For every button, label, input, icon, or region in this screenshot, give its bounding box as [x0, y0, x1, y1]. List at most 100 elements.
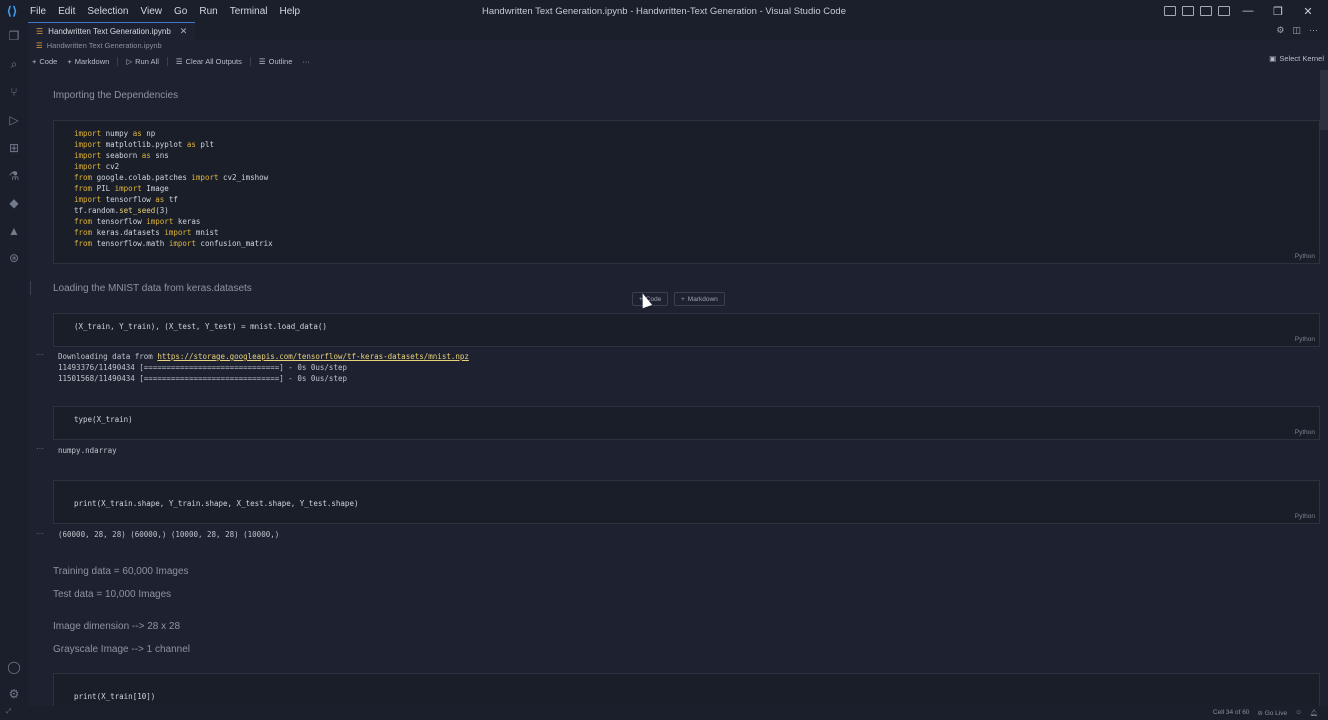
code-editor[interactable]: import numpy as np import matplotlib.pyp… — [74, 128, 273, 249]
customize-layout-icon[interactable] — [1218, 6, 1230, 16]
notifications-bell-icon[interactable]: 🔔︎ — [1310, 709, 1318, 717]
notebook-editor: Importing the Dependencies import numpy … — [28, 70, 1320, 706]
cell-language[interactable]: Python — [1295, 429, 1315, 436]
divider — [249, 56, 251, 66]
restore-button[interactable]: ❐ — [1266, 5, 1290, 18]
code-cell[interactable]: import numpy as np import matplotlib.pyp… — [53, 120, 1320, 264]
code-editor[interactable]: print(X_train[10]) — [74, 691, 155, 702]
output-text: 11493376/11490434 [=====================… — [58, 363, 347, 372]
outline-button[interactable]: ☰ Outline — [259, 57, 293, 66]
cell-output: (60000, 28, 28) (60000,) (10000, 28, 28)… — [58, 530, 280, 539]
vscode-logo-icon: ⟨⟩ — [6, 4, 18, 18]
menu-run[interactable]: Run — [193, 6, 223, 17]
account-icon[interactable]: ◯ — [6, 659, 22, 675]
notebook-settings-icon[interactable]: ⚙ — [1276, 25, 1284, 36]
insert-markdown-cell-button[interactable]: + Markdown — [674, 292, 725, 306]
code-editor[interactable]: type(X_train) — [74, 414, 133, 425]
split-editor-icon[interactable]: ◫ — [1292, 25, 1301, 36]
notebook-icon: ☰ — [36, 41, 43, 50]
plus-icon: + — [32, 56, 37, 66]
search-icon[interactable]: ⌕ — [6, 56, 22, 72]
settings-gear-icon[interactable]: ⚙ — [6, 686, 22, 702]
toggle-secondary-sidebar-icon[interactable] — [1200, 6, 1212, 16]
title-bar: ⟨⟩ File Edit Selection View Go Run Termi… — [0, 0, 1328, 22]
output-menu-icon[interactable]: ··· — [36, 529, 44, 538]
output-link[interactable]: https://storage.googleapis.com/tensorflo… — [157, 352, 469, 361]
extensions-icon[interactable]: ⊞ — [6, 140, 22, 156]
plus-icon: + — [681, 295, 685, 303]
notebook-toolbar: + Code + Markdown ▷ Run All ☰ Clear All Outp… — [32, 54, 1324, 68]
output-menu-icon[interactable]: ··· — [36, 350, 44, 359]
run-all-button[interactable]: ▷ Run All — [126, 57, 159, 66]
close-tab-icon[interactable]: ✕ — [180, 26, 188, 37]
markdown-cell[interactable]: Importing the Dependencies — [53, 90, 178, 101]
output-menu-icon[interactable]: ··· — [36, 444, 44, 453]
testing-icon[interactable]: ⚗ — [6, 168, 22, 184]
remote-icon[interactable]: ⊛ — [6, 250, 22, 266]
window-controls: — ❐ ✕ — [1164, 0, 1320, 22]
breadcrumb: ☰ Handwritten Text Generation.ipynb — [36, 41, 162, 50]
status-bar: ⤢ Cell 34 of 60 ⊘ Go Live ☺ 🔔︎ — [0, 706, 1328, 720]
breadcrumb-file[interactable]: Handwritten Text Generation.ipynb — [47, 41, 162, 50]
add-markdown-button[interactable]: + Markdown — [67, 57, 109, 66]
markdown-cell[interactable]: Grayscale Image --> 1 channel — [53, 644, 190, 655]
menu-edit[interactable]: Edit — [52, 6, 81, 17]
markdown-cell[interactable]: Image dimension --> 28 x 28 — [53, 621, 180, 632]
code-cell[interactable]: (X_train, Y_train), (X_test, Y_test) = m… — [53, 313, 1320, 347]
python-icon[interactable]: ◆ — [6, 195, 22, 211]
more-actions-icon[interactable]: ··· — [1309, 25, 1318, 36]
divider — [117, 56, 119, 66]
source-control-icon[interactable]: ⑂ — [6, 84, 22, 100]
menu-view[interactable]: View — [135, 6, 169, 17]
explorer-icon[interactable]: ❐ — [6, 28, 22, 44]
toggle-sidebar-icon[interactable] — [1164, 6, 1176, 16]
menu-go[interactable]: Go — [168, 6, 193, 17]
editor-actions: ⚙ ◫ ··· — [1276, 25, 1318, 36]
add-code-button[interactable]: + Code — [32, 57, 57, 66]
code-editor[interactable]: print(X_train.shape, Y_train.shape, X_te… — [74, 498, 358, 509]
markdown-cell[interactable]: Training data = 60,000 Images — [53, 566, 189, 577]
clear-outputs-label: Clear All Outputs — [185, 56, 242, 66]
code-cell[interactable]: type(X_train) Python — [53, 406, 1320, 440]
markdown-cell[interactable]: Loading the MNIST data from keras.datase… — [53, 283, 252, 294]
cell-output: Downloading data from https://storage.go… — [58, 351, 469, 362]
more-toolbar-button[interactable]: ··· — [302, 57, 310, 66]
markdown-cell[interactable]: Test data = 10,000 Images — [53, 589, 171, 600]
tab-label: Handwritten Text Generation.ipynb — [48, 27, 171, 36]
insert-markdown-label: Markdown — [687, 295, 718, 303]
toggle-panel-icon[interactable] — [1182, 6, 1194, 16]
run-debug-icon[interactable]: ▷ — [6, 112, 22, 128]
menu-help[interactable]: Help — [274, 6, 307, 17]
menu-selection[interactable]: Selection — [81, 6, 134, 17]
cell-focus-indicator — [30, 281, 31, 295]
run-all-label: Run All — [135, 56, 159, 66]
cell-language[interactable]: Python — [1295, 253, 1315, 260]
menu-file[interactable]: File — [24, 6, 52, 17]
code-editor[interactable]: (X_train, Y_train), (X_test, Y_test) = m… — [74, 321, 327, 332]
go-live-button[interactable]: ⊘ Go Live — [1257, 709, 1287, 717]
vertical-scrollbar[interactable] — [1320, 70, 1328, 130]
select-kernel-button[interactable]: ▣ Select Kernel — [1269, 54, 1324, 63]
tab-notebook[interactable]: ☰ Handwritten Text Generation.ipynb ✕ — [28, 22, 196, 40]
kernel-icon: ▣ — [1269, 54, 1277, 63]
add-markdown-label: Markdown — [74, 56, 110, 66]
select-kernel-label: Select Kernel — [1279, 54, 1324, 63]
code-cell[interactable]: print(X_train[10]) — [53, 673, 1320, 706]
cell-language[interactable]: Python — [1295, 336, 1315, 343]
menu-bar: File Edit Selection View Go Run Terminal… — [24, 6, 306, 17]
menu-terminal[interactable]: Terminal — [224, 6, 274, 17]
docker-icon[interactable]: ▲ — [6, 223, 22, 239]
cell-language[interactable]: Python — [1295, 513, 1315, 520]
close-window-button[interactable]: ✕ — [1296, 5, 1320, 18]
code-cell[interactable]: print(X_train.shape, Y_train.shape, X_te… — [53, 480, 1320, 524]
minimize-button[interactable]: — — [1236, 5, 1260, 17]
cell-output: numpy.ndarray — [58, 446, 117, 455]
activity-bar: ❐ ⌕ ⑂ ▷ ⊞ ⚗ ◆ ▲ ⊛ ◯ ⚙ — [0, 22, 28, 720]
clear-outputs-button[interactable]: ☰ Clear All Outputs — [176, 57, 242, 66]
editor-tab-bar: ☰ Handwritten Text Generation.ipynb ✕ ⚙ … — [28, 22, 1328, 40]
run-icon: ▷ — [126, 56, 133, 66]
feedback-icon[interactable]: ☺ — [1295, 709, 1302, 717]
go-live-label: Go Live — [1264, 710, 1288, 717]
remote-status-icon[interactable]: ⤢ — [6, 708, 11, 716]
cell-position[interactable]: Cell 34 of 60 — [1213, 709, 1250, 717]
